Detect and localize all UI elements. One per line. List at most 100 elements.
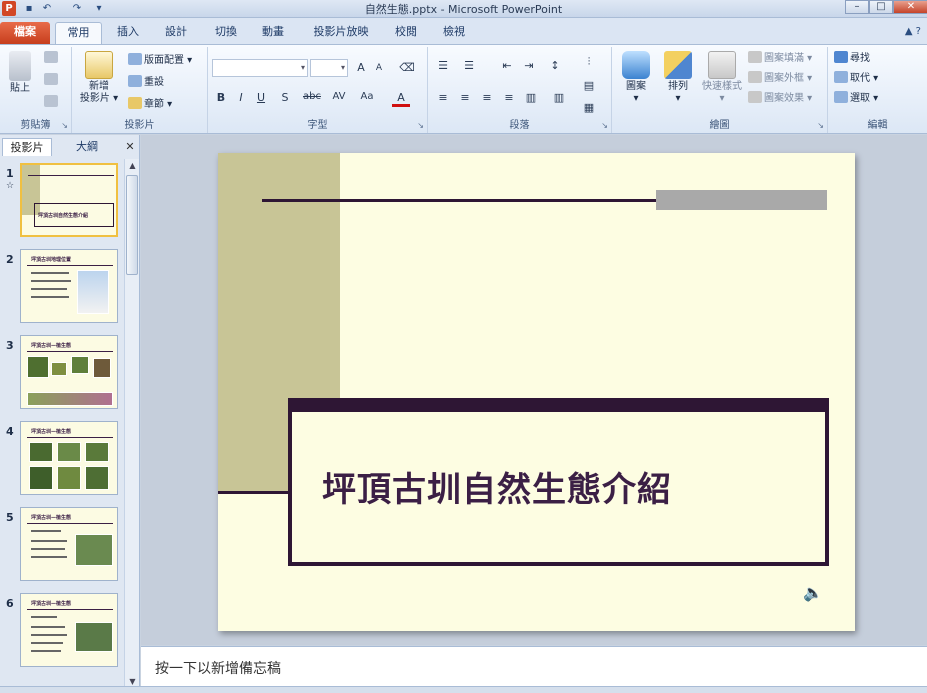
underline-button[interactable]: U: [252, 91, 270, 104]
copy-icon: [44, 73, 58, 85]
slide-thumbnail[interactable]: 坪頂古圳自然生態介紹: [20, 163, 118, 237]
font-color-button[interactable]: A: [392, 91, 410, 107]
slide-thumbnail[interactable]: 坪頂古圳—植生態: [20, 507, 118, 581]
clear-format-icon[interactable]: ⌫: [398, 61, 416, 74]
numbering-icon[interactable]: ☰: [460, 59, 478, 72]
replace-button[interactable]: 取代 ▾: [834, 71, 878, 87]
thumbnail-scrollbar[interactable]: ▲ ▼: [124, 159, 139, 689]
thumbnail-title: 坪頂古圳地理位置: [31, 257, 72, 263]
align-right-icon[interactable]: ≡: [478, 91, 496, 104]
font-name-combo[interactable]: ▾: [212, 59, 308, 77]
tab-home[interactable]: 常用: [55, 22, 102, 44]
thumbnail-title: 坪頂古圳自然生態介紹: [38, 213, 89, 219]
layout-icon: [128, 53, 142, 65]
tab-design[interactable]: 設計: [156, 22, 196, 44]
current-slide[interactable]: 坪頂古圳自然生態介紹 🔈: [218, 153, 855, 631]
launcher-icon[interactable]: ↘: [601, 121, 608, 130]
slide-title[interactable]: 坪頂古圳自然生態介紹: [322, 462, 802, 511]
speaker-icon[interactable]: 🔈: [803, 583, 823, 602]
columns-icon[interactable]: ▥: [550, 91, 568, 104]
cursor-icon: [834, 91, 848, 103]
launcher-icon[interactable]: ↘: [61, 121, 68, 130]
decrease-indent-icon[interactable]: ⇤: [498, 59, 516, 72]
quick-styles-button[interactable]: 快速樣式 ▾: [698, 51, 746, 105]
text-direction-icon[interactable]: ⫶: [580, 55, 598, 69]
tab-slideshow[interactable]: 投影片放映: [304, 22, 378, 44]
brush-icon: [44, 95, 58, 107]
ribbon-tabs: 檔案 常用 插入 設計 切換 動畫 投影片放映 校閱 檢視 ▲ ?: [0, 18, 927, 44]
close-button[interactable]: ✕: [893, 0, 927, 14]
effects-icon: [748, 91, 762, 103]
strikethrough-button[interactable]: abc: [300, 91, 324, 102]
distributed-icon[interactable]: ▥: [522, 91, 540, 104]
minimize-button[interactable]: –: [845, 0, 869, 14]
help-icon[interactable]: ▲ ?: [905, 26, 921, 37]
shape-outline-button[interactable]: 圖案外框 ▾: [748, 71, 812, 87]
group-label: 編輯: [867, 120, 888, 131]
notes-pane[interactable]: 按一下以新增備忘稿: [141, 646, 927, 686]
font-size-combo[interactable]: ▾: [310, 59, 348, 77]
tab-file[interactable]: 檔案: [0, 22, 50, 44]
align-center-icon[interactable]: ≡: [456, 91, 474, 104]
find-button[interactable]: 尋找: [834, 51, 870, 67]
binoculars-icon: [834, 51, 848, 63]
tab-slides[interactable]: 投影片: [2, 138, 52, 156]
bullets-icon[interactable]: ☰: [434, 59, 452, 72]
new-slide-button[interactable]: 新增 投影片 ▾: [76, 51, 122, 105]
cut-button[interactable]: [44, 51, 60, 67]
bold-button[interactable]: B: [212, 91, 230, 104]
notes-placeholder[interactable]: 按一下以新增備忘稿: [155, 658, 281, 678]
section-icon: [128, 97, 142, 109]
slide-thumbnail[interactable]: 坪頂古圳—植生態: [20, 335, 118, 409]
format-painter-button[interactable]: [44, 95, 60, 111]
select-button[interactable]: 選取 ▾: [834, 91, 878, 107]
new-slide-icon: [85, 51, 113, 79]
reset-button[interactable]: 重設: [128, 75, 164, 91]
layout-button[interactable]: 版面配置 ▾: [128, 53, 192, 69]
launcher-icon[interactable]: ↘: [817, 121, 824, 130]
shape-effects-button[interactable]: 圖案效果 ▾: [748, 91, 812, 107]
shape-fill-button[interactable]: 圖案填滿 ▾: [748, 51, 812, 67]
tab-insert[interactable]: 插入: [108, 22, 148, 44]
group-label: 段落: [509, 120, 530, 131]
shadow-button[interactable]: S: [276, 91, 294, 104]
tab-animations[interactable]: 動畫: [253, 22, 293, 44]
group-label: 繪圖: [709, 120, 730, 131]
change-case-button[interactable]: Aa: [356, 91, 378, 102]
section-button[interactable]: 章節 ▾: [128, 97, 172, 113]
maximize-button[interactable]: □: [869, 0, 893, 14]
align-left-icon[interactable]: ≡: [434, 91, 452, 104]
tab-transitions[interactable]: 切換: [206, 22, 246, 44]
close-icon[interactable]: ✕: [123, 138, 137, 156]
line-spacing-icon[interactable]: ↕: [546, 59, 564, 72]
arrange-button[interactable]: 排列 ▾: [658, 51, 698, 105]
slide-thumbnail[interactable]: 坪頂古圳地理位置: [20, 249, 118, 323]
slide-thumbnail[interactable]: 坪頂古圳—植生態: [20, 593, 118, 667]
scroll-thumb[interactable]: [126, 175, 138, 275]
tab-review[interactable]: 校閱: [386, 22, 426, 44]
shrink-font-button[interactable]: A: [370, 63, 388, 73]
tab-outline[interactable]: 大綱: [62, 138, 112, 156]
tab-view[interactable]: 檢視: [434, 22, 474, 44]
shapes-button[interactable]: 圖案 ▾: [616, 51, 656, 105]
thumbnail-title: 坪頂古圳—植生態: [31, 515, 72, 521]
increase-indent-icon[interactable]: ⇥: [520, 59, 538, 72]
slides-panel: 投影片 大綱 ✕ 1 ☆ 坪頂古圳自然生態介紹 2 坪頂古圳地理位置 3 坪頂古…: [0, 135, 140, 690]
char-spacing-button[interactable]: AV: [328, 91, 350, 102]
slide-number: 2: [6, 253, 14, 266]
justify-icon[interactable]: ≡: [500, 91, 518, 104]
slide-thumbnail[interactable]: 坪頂古圳—植生態: [20, 421, 118, 495]
launcher-icon[interactable]: ↘: [417, 121, 424, 130]
grow-font-button[interactable]: A: [352, 61, 370, 74]
paint-bucket-icon: [748, 51, 762, 63]
copy-button[interactable]: [44, 73, 60, 89]
align-text-icon[interactable]: ▤: [580, 79, 598, 92]
star-icon: ☆: [6, 181, 15, 191]
slide-number: 6: [6, 597, 14, 610]
thumbnail-title: 坪頂古圳—植生態: [31, 429, 72, 435]
convert-smartart-icon[interactable]: ▦: [580, 101, 598, 114]
paste-button[interactable]: 貼上: [2, 51, 38, 95]
title-placeholder[interactable]: 坪頂古圳自然生態介紹: [288, 398, 829, 566]
italic-button[interactable]: I: [232, 91, 250, 104]
scroll-up-icon[interactable]: ▲: [125, 159, 140, 173]
